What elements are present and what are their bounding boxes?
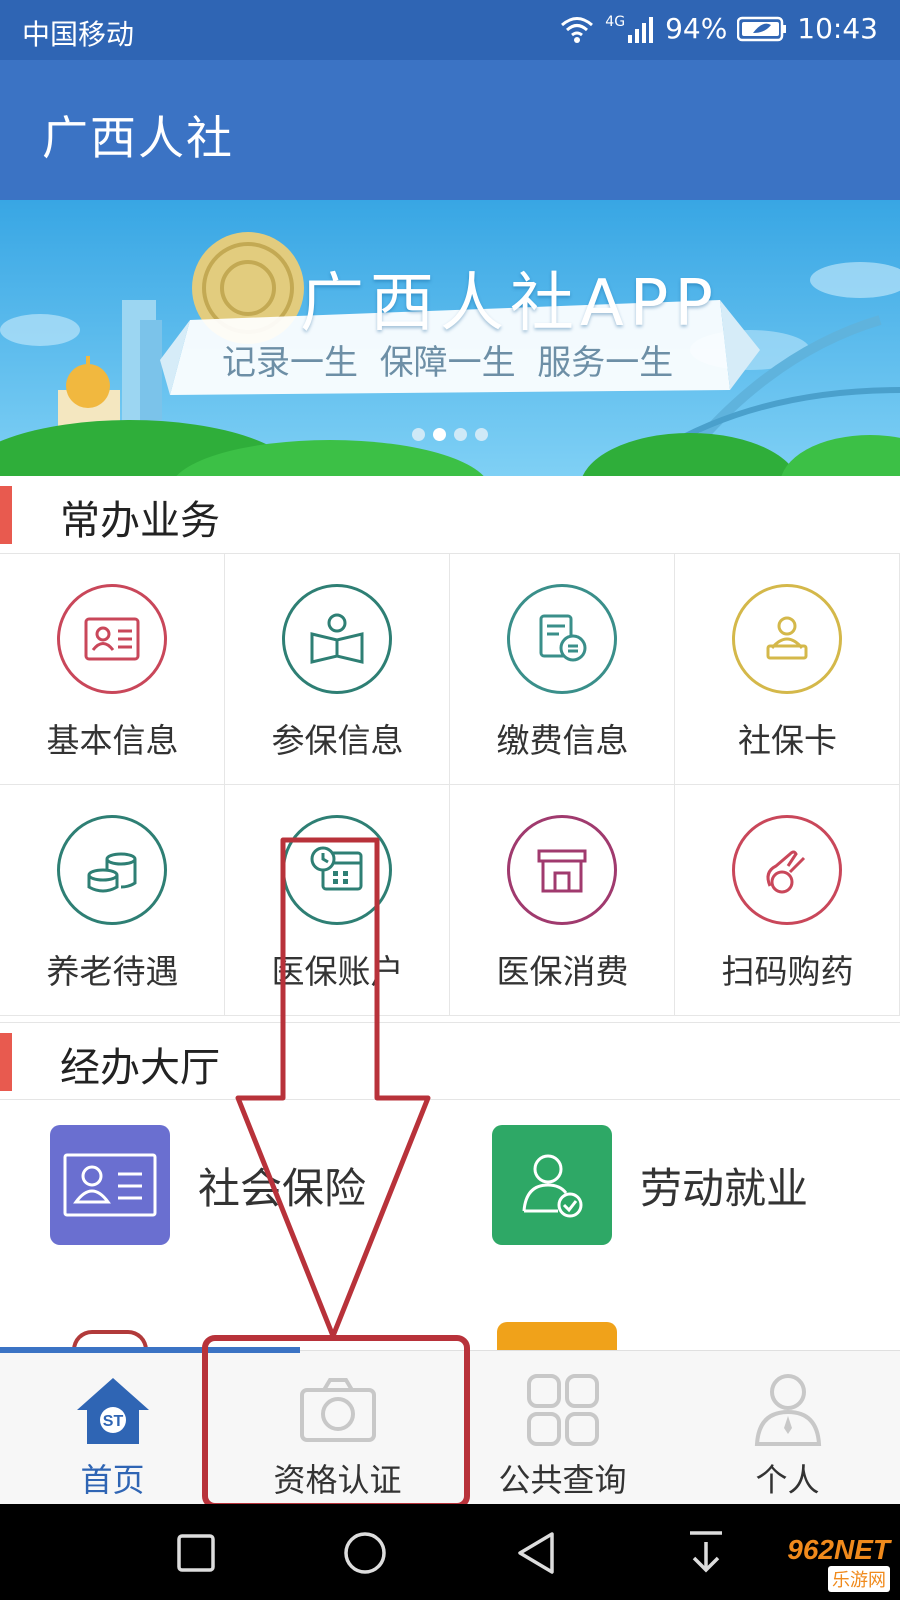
coins-icon: [57, 815, 167, 925]
carousel-dot[interactable]: [412, 428, 425, 441]
service-label: 医保消费: [496, 952, 629, 991]
tab-label: 资格认证: [273, 1461, 402, 1499]
person-computer-icon: [732, 584, 842, 694]
store-icon: [507, 815, 617, 925]
section-marker: [0, 1033, 12, 1091]
calendar-clock-icon: [282, 815, 392, 925]
camera-icon: [297, 1369, 379, 1451]
service-basic-info[interactable]: 基本信息: [0, 554, 225, 785]
person-icon: [747, 1369, 829, 1451]
section-title: 常办业务: [60, 498, 220, 544]
hall-label: 劳动就业: [640, 1163, 809, 1213]
service-medical-account[interactable]: 医保账户: [225, 785, 450, 1016]
service-label: 医保账户: [271, 952, 404, 991]
banner-slogan: 记录一生 保障一生 服务一生: [222, 343, 674, 383]
network-type: 4G: [605, 13, 626, 30]
section-marker: [0, 486, 12, 544]
service-label: 缴费信息: [496, 721, 629, 760]
service-scan-medicine[interactable]: 扫码购药: [675, 785, 900, 1016]
service-social-card[interactable]: 社保卡: [675, 554, 900, 785]
recent-apps-icon[interactable]: [176, 1533, 216, 1573]
service-label: 参保信息: [271, 721, 404, 760]
service-insurance-info[interactable]: 参保信息: [225, 554, 450, 785]
clock: 10:43: [797, 12, 878, 45]
wifi-icon: [561, 16, 594, 43]
battery-percent: 94%: [665, 12, 728, 45]
app-title: 广西人社: [42, 111, 234, 165]
hall-item-partial-tile[interactable]: [497, 1322, 617, 1350]
carousel-indicator: [412, 428, 488, 441]
carousel-dot-active[interactable]: [433, 428, 446, 441]
hall-social-insurance[interactable]: 社会保险: [50, 1125, 366, 1245]
payment-document-icon: [507, 584, 617, 694]
bottom-nav: ST 首页 资格认证 公共查询 个人: [0, 1347, 900, 1505]
id-card-icon: [57, 584, 167, 694]
watermark-logo: 962NET 乐游网: [764, 1532, 894, 1594]
service-pension[interactable]: 养老待遇: [0, 785, 225, 1016]
signal-icon: [628, 16, 654, 43]
carousel-dot[interactable]: [475, 428, 488, 441]
user-check-icon: [492, 1125, 612, 1245]
home-button-icon[interactable]: [342, 1530, 388, 1576]
reading-person-icon: [282, 584, 392, 694]
tab-label: 首页: [80, 1461, 145, 1499]
tab-label: 个人: [755, 1461, 820, 1499]
back-icon[interactable]: [514, 1530, 558, 1576]
service-label: 扫码购药: [721, 952, 854, 991]
banner-carousel[interactable]: 广西人社APP 记录一生 保障一生 服务一生: [0, 200, 900, 476]
service-payment-info[interactable]: 缴费信息: [450, 554, 675, 785]
status-bar: 中国移动 4G 94% 10:43: [0, 0, 900, 60]
watermark-sub: 乐游网: [828, 1566, 890, 1592]
service-label: 社保卡: [738, 721, 837, 760]
carrier-name: 中国移动: [22, 18, 135, 51]
hall-labor-employment[interactable]: 劳动就业: [492, 1125, 808, 1245]
section-hall: 经办大厅: [0, 1022, 900, 1100]
tab-public-query[interactable]: 公共查询: [450, 1351, 675, 1505]
common-services-grid: 基本信息 参保信息 缴费信息 社保卡 养老待遇 医保账户 医保消费 扫码购药: [0, 554, 900, 1016]
banner-headline: 广西人社APP: [300, 267, 719, 341]
carousel-dot[interactable]: [454, 428, 467, 441]
service-label: 基本信息: [46, 721, 179, 760]
tab-home[interactable]: ST 首页: [0, 1351, 225, 1505]
notification-pulldown-icon[interactable]: [684, 1528, 728, 1576]
home-icon: ST: [72, 1369, 154, 1451]
section-title: 经办大厅: [60, 1045, 220, 1091]
battery-icon: [737, 16, 787, 41]
tab-qualification[interactable]: 资格认证: [225, 1351, 450, 1505]
app-bar: 广西人社: [0, 60, 900, 200]
hall-label: 社会保险: [198, 1163, 367, 1213]
tab-label: 公共查询: [498, 1461, 627, 1499]
tab-personal[interactable]: 个人: [675, 1351, 900, 1505]
service-label: 养老待遇: [46, 952, 179, 991]
hand-pill-icon: [732, 815, 842, 925]
service-medical-spending[interactable]: 医保消费: [450, 785, 675, 1016]
grid-icon: [522, 1369, 604, 1451]
id-card-icon: [50, 1125, 170, 1245]
watermark-brand: 962NET: [787, 1534, 890, 1565]
svg-text:ST: ST: [103, 1413, 124, 1430]
section-common: 常办业务: [0, 476, 900, 554]
